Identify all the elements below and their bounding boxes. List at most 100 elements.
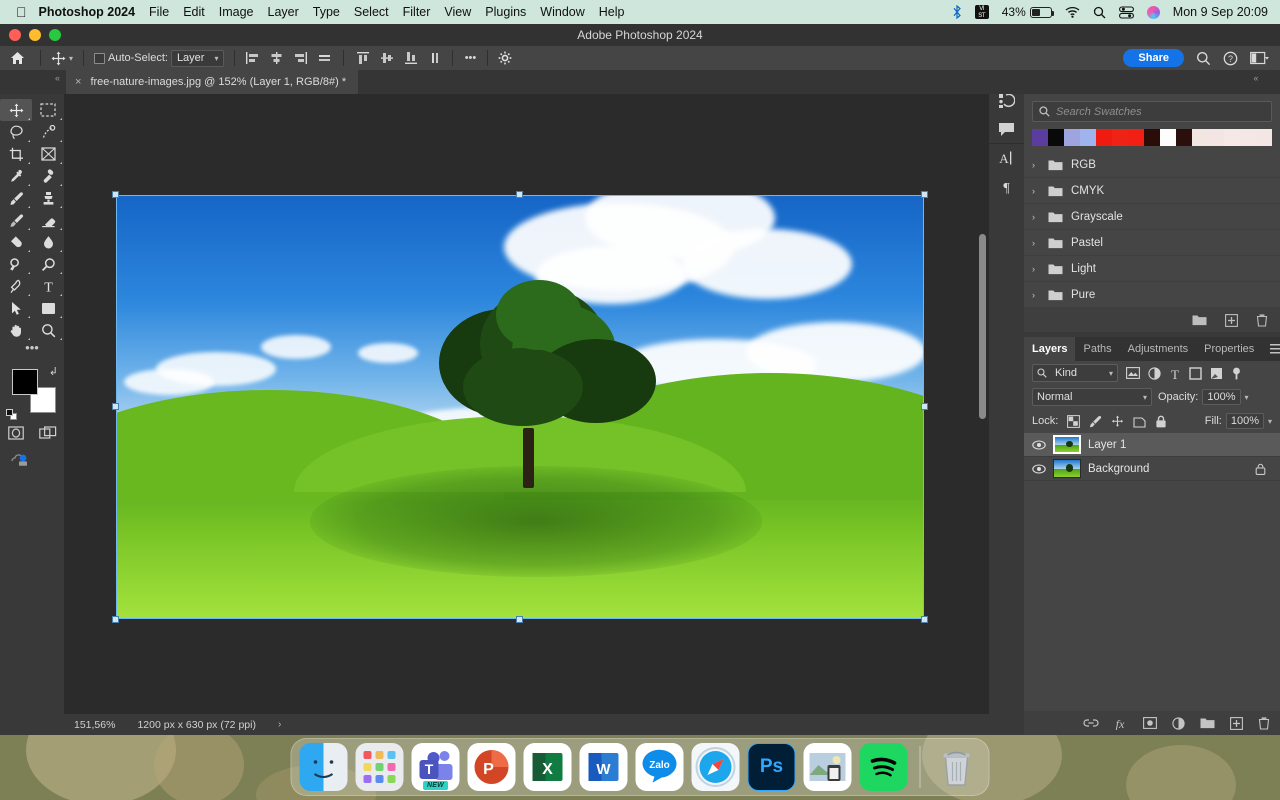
- type-tool[interactable]: T: [32, 275, 64, 297]
- filter-type-icon[interactable]: T: [1169, 367, 1181, 380]
- dock-item-microsoft-teams[interactable]: T NEW: [412, 743, 460, 791]
- canvas-vertical-scrollbar[interactable]: [979, 234, 986, 419]
- fill-control[interactable]: Fill: 100% ▾: [1205, 413, 1272, 429]
- swatch-group-pastel[interactable]: › Pastel: [1024, 230, 1280, 256]
- menu-item-layer[interactable]: Layer: [268, 5, 299, 19]
- lock-artboard-nesting-icon[interactable]: [1133, 415, 1146, 428]
- menu-item-window[interactable]: Window: [540, 5, 584, 19]
- swatch-chip[interactable]: [1224, 129, 1240, 146]
- swatch-group-light[interactable]: › Light: [1024, 256, 1280, 282]
- add-layer-mask-icon[interactable]: [1143, 717, 1157, 729]
- collapse-panels-icon[interactable]: «: [1232, 70, 1280, 94]
- swatch-chip[interactable]: [1080, 129, 1096, 146]
- filter-pixel-icon[interactable]: [1126, 367, 1140, 379]
- menu-item-view[interactable]: View: [444, 5, 471, 19]
- opacity-value[interactable]: 100%: [1202, 389, 1240, 405]
- align-top-edges-button[interactable]: [352, 48, 374, 68]
- battery-status[interactable]: 43%: [1002, 5, 1052, 19]
- swatch-chip[interactable]: [1128, 129, 1144, 146]
- delete-swatch-icon[interactable]: [1256, 314, 1268, 327]
- search-icon[interactable]: [1196, 51, 1211, 66]
- tab-properties[interactable]: Properties: [1196, 337, 1262, 361]
- default-colors-icon[interactable]: [6, 409, 18, 421]
- align-bottom-edges-button[interactable]: [400, 48, 422, 68]
- history-panel-icon[interactable]: [998, 93, 1015, 109]
- siri-icon[interactable]: [1147, 6, 1160, 19]
- swatch-chip[interactable]: [1256, 129, 1272, 146]
- transform-handle-top-center[interactable]: [516, 191, 523, 198]
- layer-row-layer-1[interactable]: Layer 1: [1024, 433, 1280, 457]
- layer-name[interactable]: Layer 1: [1088, 439, 1126, 451]
- swatch-group-cmyk[interactable]: › CMYK: [1024, 178, 1280, 204]
- artboard-frame[interactable]: [116, 195, 924, 619]
- transform-handle-top-right[interactable]: [921, 191, 928, 198]
- comments-panel-icon[interactable]: [998, 122, 1015, 137]
- canvas-area[interactable]: [64, 94, 989, 735]
- chevron-right-icon[interactable]: ›: [1032, 264, 1040, 274]
- lock-position-icon[interactable]: [1111, 415, 1124, 428]
- brush-tool[interactable]: [0, 187, 32, 209]
- dock-item-zalo[interactable]: Zalo: [636, 743, 684, 791]
- control-center-icon[interactable]: [1119, 6, 1134, 19]
- transform-handle-middle-right[interactable]: [921, 403, 928, 410]
- panel-menu-icon[interactable]: [1262, 337, 1280, 361]
- menu-item-select[interactable]: Select: [354, 5, 389, 19]
- chevron-right-icon[interactable]: ›: [1032, 290, 1040, 300]
- filter-adjustment-icon[interactable]: [1148, 367, 1161, 380]
- distribute-horizontally-button[interactable]: [313, 48, 335, 68]
- menu-item-plugins[interactable]: Plugins: [485, 5, 526, 19]
- distribute-vertically-button[interactable]: [424, 48, 446, 68]
- eyedropper-tool[interactable]: [0, 165, 32, 187]
- align-vertical-centers-button[interactable]: [376, 48, 398, 68]
- edit-toolbar-button[interactable]: •••: [0, 341, 64, 361]
- layer-style-fx-icon[interactable]: fx: [1114, 717, 1128, 730]
- menu-item-image[interactable]: Image: [219, 5, 254, 19]
- swatch-chip[interactable]: [1208, 129, 1224, 146]
- search-swatches-input[interactable]: Search Swatches: [1032, 101, 1272, 122]
- transform-handle-bottom-left[interactable]: [112, 616, 119, 623]
- zoom-region-tool[interactable]: [32, 253, 64, 275]
- new-layer-icon[interactable]: [1230, 717, 1243, 730]
- swatch-chip[interactable]: [1160, 129, 1176, 146]
- layer-filter-kind-dropdown[interactable]: Kind ▾: [1032, 364, 1118, 382]
- object-selection-tool[interactable]: [32, 121, 64, 143]
- workspace-icon[interactable]: [1250, 51, 1270, 65]
- current-tool-move[interactable]: ▾: [47, 51, 77, 66]
- swatch-chip[interactable]: [1048, 129, 1064, 146]
- close-icon[interactable]: ×: [75, 76, 81, 88]
- new-group-icon[interactable]: [1200, 717, 1215, 729]
- transform-handle-bottom-right[interactable]: [921, 616, 928, 623]
- layer-name[interactable]: Background: [1088, 463, 1149, 475]
- dock-item-trash[interactable]: [933, 743, 981, 791]
- menubar-datetime[interactable]: Mon 9 Sep 20:09: [1173, 5, 1268, 19]
- paragraph-panel-icon[interactable]: ¶: [998, 179, 1015, 195]
- eraser-tool[interactable]: [32, 209, 64, 231]
- transform-handle-top-left[interactable]: [112, 191, 119, 198]
- chevron-down-icon[interactable]: ▾: [69, 54, 73, 63]
- filter-smart-object-icon[interactable]: [1210, 367, 1223, 380]
- help-icon[interactable]: ?: [1223, 51, 1238, 66]
- opacity-control[interactable]: Opacity: 100% ▾: [1158, 389, 1249, 405]
- swatch-chip[interactable]: [1032, 129, 1048, 146]
- input-source-icon[interactable]: VIST: [975, 5, 989, 19]
- align-right-edges-button[interactable]: [289, 48, 311, 68]
- new-swatch-icon[interactable]: [1225, 314, 1238, 327]
- rectangular-marquee-tool[interactable]: [32, 99, 64, 121]
- menu-app-name[interactable]: Photoshop 2024: [39, 5, 136, 19]
- filter-toggle-icon[interactable]: [1231, 367, 1242, 380]
- chevron-right-icon[interactable]: ›: [1032, 160, 1040, 170]
- lock-all-icon[interactable]: [1155, 415, 1167, 428]
- align-horizontal-centers-button[interactable]: [265, 48, 287, 68]
- gradient-tool[interactable]: [0, 231, 32, 253]
- lock-image-pixels-icon[interactable]: [1089, 415, 1102, 428]
- spot-healing-brush-tool[interactable]: [32, 165, 64, 187]
- dock-item-microsoft-powerpoint[interactable]: P: [468, 743, 516, 791]
- tab-layers[interactable]: Layers: [1024, 337, 1075, 361]
- tab-paths[interactable]: Paths: [1075, 337, 1119, 361]
- dock-item-preview[interactable]: [804, 743, 852, 791]
- history-brush-tool[interactable]: [0, 209, 32, 231]
- menu-item-help[interactable]: Help: [599, 5, 625, 19]
- blur-tool[interactable]: [32, 231, 64, 253]
- chevron-down-icon[interactable]: ▾: [1268, 417, 1272, 426]
- frame-tool[interactable]: [32, 143, 64, 165]
